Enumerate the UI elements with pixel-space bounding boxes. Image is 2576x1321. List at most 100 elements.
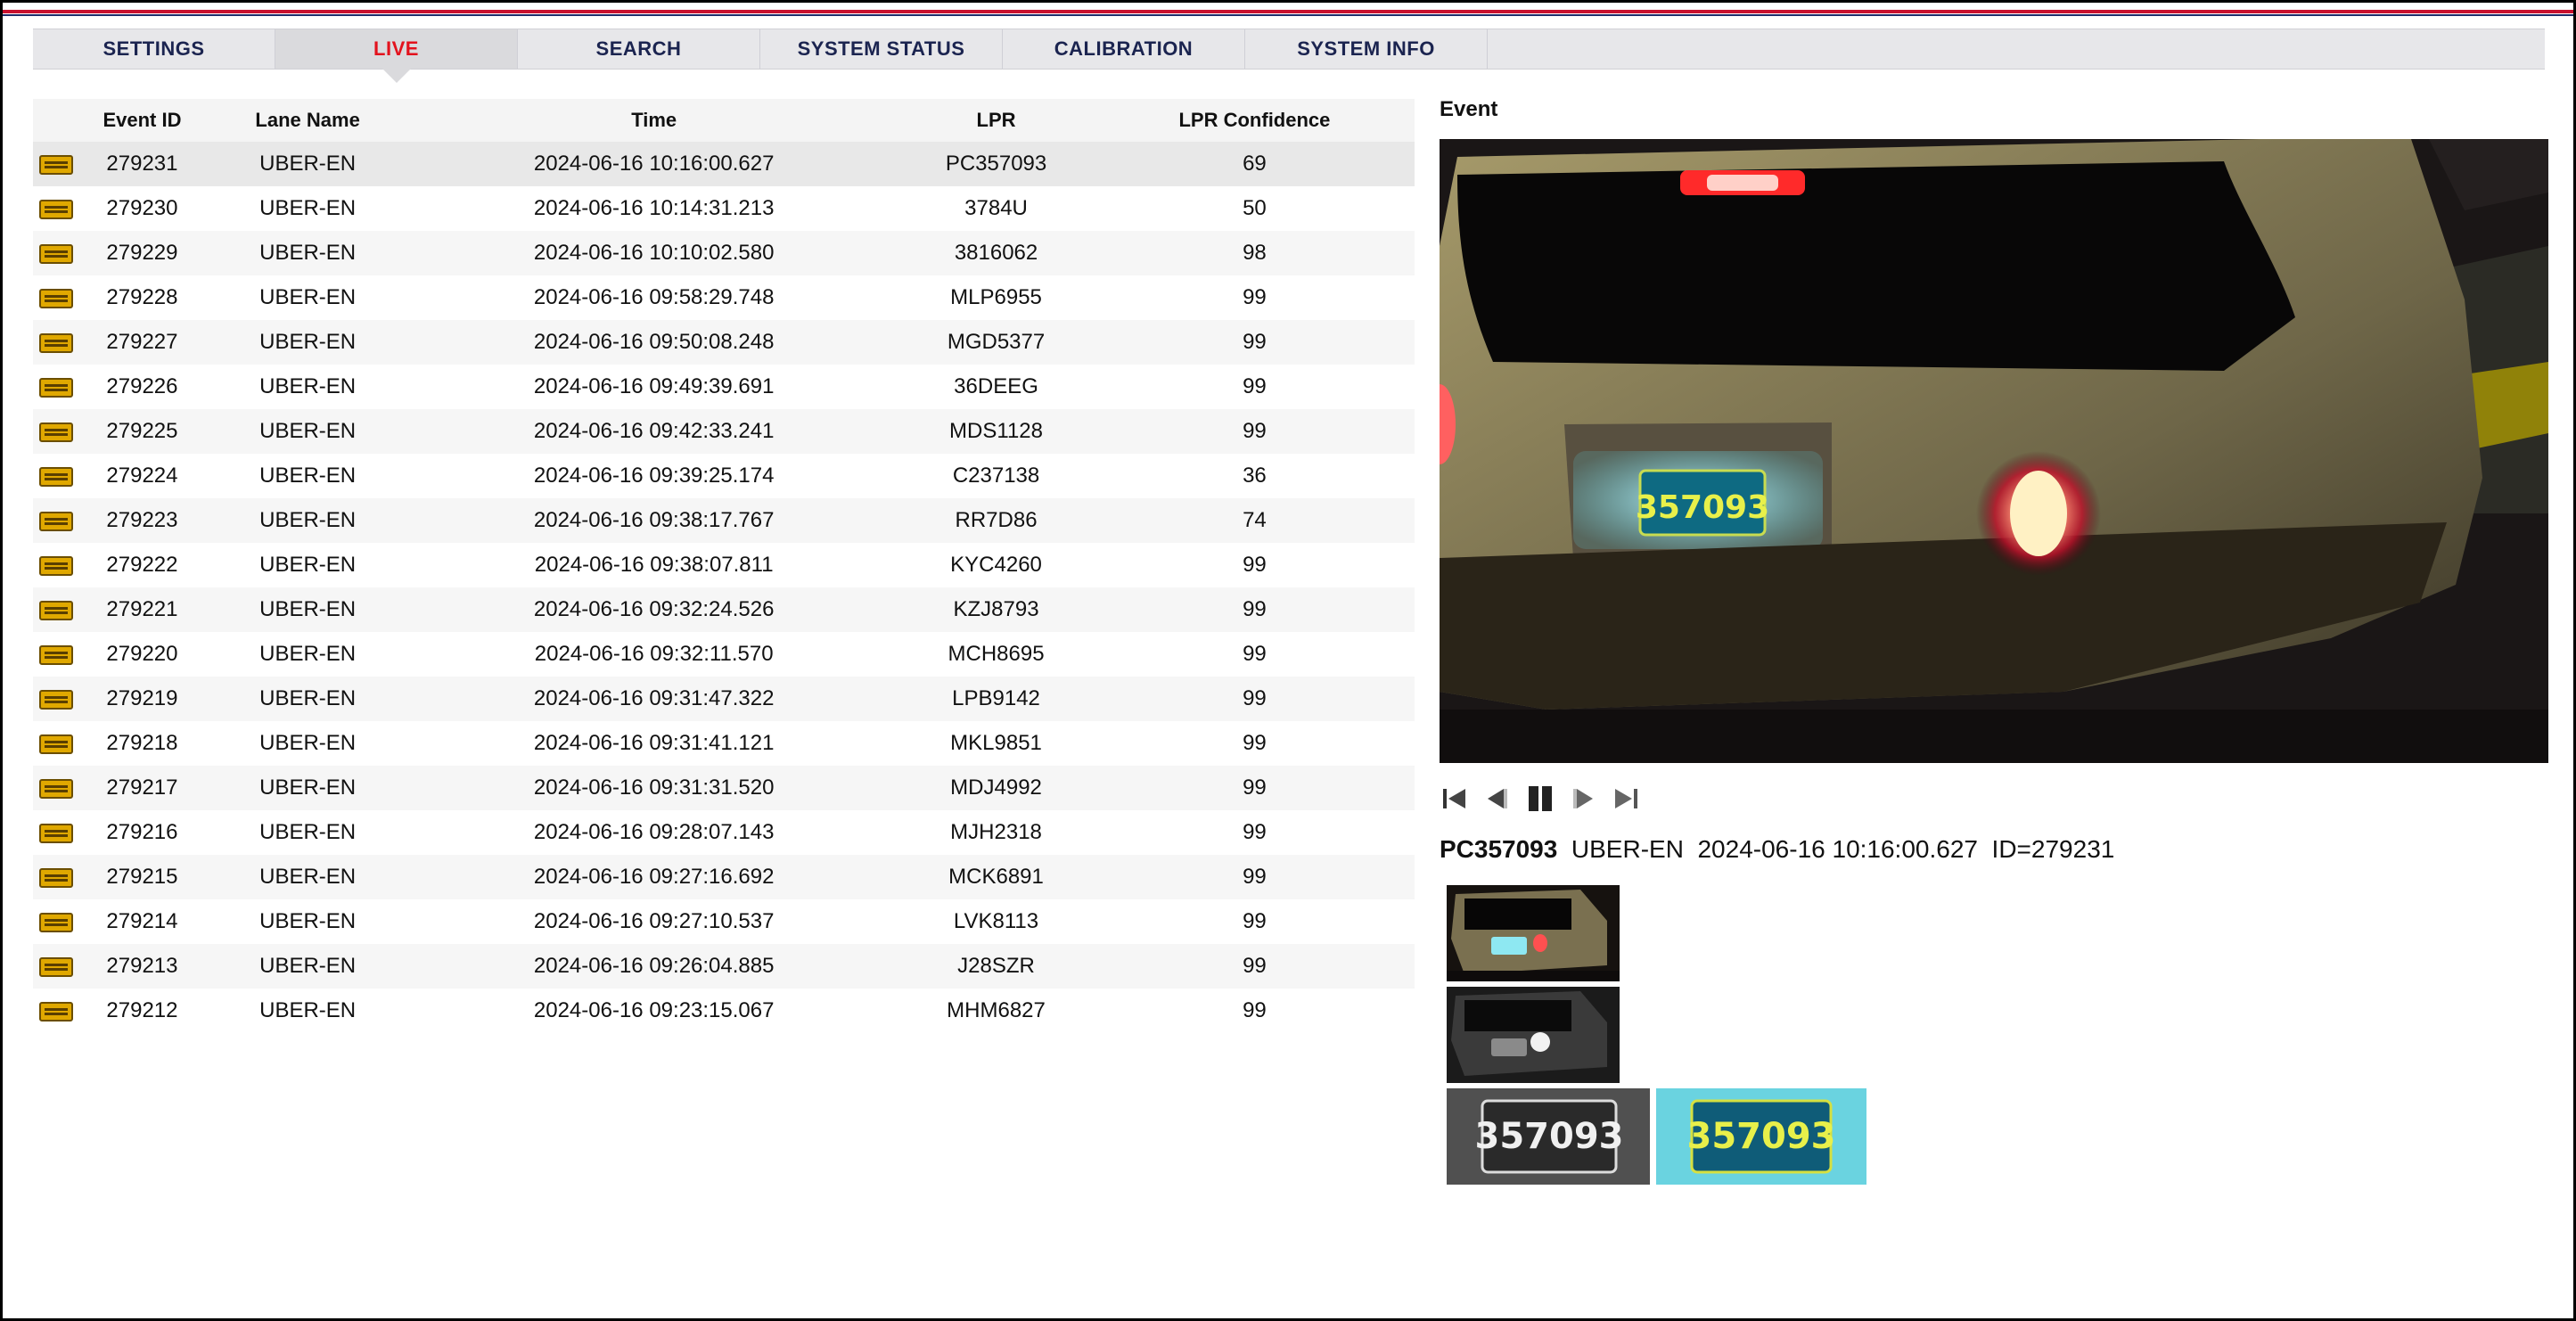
- cell-event-id: 279214: [78, 899, 206, 944]
- table-row[interactable]: 279212 UBER-EN 2024-06-16 09:23:15.067 MHM6…: [33, 989, 1415, 1033]
- cell-lane-name: UBER-EN: [205, 989, 411, 1033]
- cell-event-id: 279222: [78, 543, 206, 587]
- thumbnail-ir-overview[interactable]: [1447, 987, 1620, 1083]
- event-main-image[interactable]: 357093: [1440, 139, 2548, 763]
- license-plate-icon[interactable]: [38, 778, 73, 799]
- step-back-icon[interactable]: [1482, 784, 1513, 814]
- license-plate-icon[interactable]: [38, 288, 73, 308]
- cell-icon: [33, 409, 79, 454]
- table-row[interactable]: 279230 UBER-EN 2024-06-16 10:14:31.213 3784…: [33, 186, 1415, 231]
- header-lpr-confidence[interactable]: LPR Confidence: [1094, 99, 1415, 142]
- license-plate-icon[interactable]: [38, 243, 73, 264]
- table-row[interactable]: 279224 UBER-EN 2024-06-16 09:39:25.174 C237…: [33, 454, 1415, 498]
- license-plate-icon[interactable]: [38, 734, 73, 754]
- event-summary: PC357093 UBER-EN 2024-06-16 10:16:00.627…: [1440, 835, 2114, 864]
- cell-time: 2024-06-16 10:14:31.213: [410, 186, 898, 231]
- table-row[interactable]: 279226 UBER-EN 2024-06-16 09:49:39.691 36DE…: [33, 365, 1415, 409]
- vehicle-rear-image: 357093: [1440, 139, 2548, 763]
- header-event-id[interactable]: Event ID: [78, 99, 206, 142]
- table-row[interactable]: 279215 UBER-EN 2024-06-16 09:27:16.692 MCK6…: [33, 855, 1415, 899]
- table-row[interactable]: 279229 UBER-EN 2024-06-16 10:10:02.580 3816…: [33, 231, 1415, 275]
- cell-event-id: 279230: [78, 186, 206, 231]
- license-plate-icon[interactable]: [38, 644, 73, 665]
- cell-lpr: MLP6955: [898, 275, 1095, 320]
- thumbnail-plate-color[interactable]: 357093: [1656, 1088, 1866, 1185]
- cell-time: 2024-06-16 09:31:31.520: [410, 766, 898, 810]
- cell-lpr: LPB9142: [898, 677, 1095, 721]
- header-blue-line: [3, 14, 2573, 16]
- cell-time: 2024-06-16 09:27:10.537: [410, 899, 898, 944]
- cell-lpr: LVK8113: [898, 899, 1095, 944]
- tab-search[interactable]: SEARCH: [518, 29, 760, 69]
- license-plate-icon[interactable]: [38, 377, 73, 398]
- cell-lane-name: UBER-EN: [205, 632, 411, 677]
- license-plate-icon[interactable]: [38, 956, 73, 977]
- cell-event-id: 279223: [78, 498, 206, 543]
- license-plate-icon[interactable]: [38, 912, 73, 932]
- tab-system-status[interactable]: SYSTEM STATUS: [760, 29, 1003, 69]
- cell-icon: [33, 275, 79, 320]
- tab-live[interactable]: LIVE: [275, 29, 518, 83]
- main-tab-bar: SETTINGS LIVE SEARCH SYSTEM STATUS CALIB…: [33, 29, 2545, 83]
- license-plate-icon[interactable]: [38, 867, 73, 888]
- cell-lane-name: UBER-EN: [205, 320, 411, 365]
- license-plate-icon[interactable]: [38, 422, 73, 442]
- license-plate-icon[interactable]: [38, 466, 73, 487]
- cell-lpr: KYC4260: [898, 543, 1095, 587]
- license-plate-icon[interactable]: [38, 600, 73, 620]
- cell-time: 2024-06-16 09:26:04.885: [410, 944, 898, 989]
- step-forward-icon[interactable]: [1568, 784, 1598, 814]
- cell-icon: [33, 899, 79, 944]
- table-row[interactable]: 279216 UBER-EN 2024-06-16 09:28:07.143 MJH2…: [33, 810, 1415, 855]
- table-row[interactable]: 279220 UBER-EN 2024-06-16 09:32:11.570 MCH8…: [33, 632, 1415, 677]
- table-row[interactable]: 279213 UBER-EN 2024-06-16 09:26:04.885 J28S…: [33, 944, 1415, 989]
- cell-lane-name: UBER-EN: [205, 186, 411, 231]
- thumb-plate-color-text: 357093: [1687, 1116, 1836, 1157]
- table-row[interactable]: 279214 UBER-EN 2024-06-16 09:27:10.537 LVK8…: [33, 899, 1415, 944]
- tab-settings[interactable]: SETTINGS: [33, 29, 275, 69]
- license-plate-icon[interactable]: [38, 332, 73, 353]
- license-plate-icon[interactable]: [38, 154, 73, 175]
- license-plate-icon[interactable]: [38, 1001, 73, 1022]
- header-red-line: [3, 10, 2573, 13]
- cell-event-id: 279216: [78, 810, 206, 855]
- table-row[interactable]: 279223 UBER-EN 2024-06-16 09:38:17.767 RR7D…: [33, 498, 1415, 543]
- license-plate-icon[interactable]: [38, 511, 73, 531]
- table-row[interactable]: 279231 UBER-EN 2024-06-16 10:16:00.627 PC35…: [33, 142, 1415, 186]
- image-plate-number: 357093: [1636, 489, 1769, 526]
- thumbnail-plate-ir[interactable]: 357093: [1447, 1088, 1650, 1185]
- license-plate-icon[interactable]: [38, 199, 73, 219]
- cell-lpr: MDS1128: [898, 409, 1095, 454]
- skip-to-end-icon[interactable]: [1611, 784, 1641, 814]
- table-row[interactable]: 279219 UBER-EN 2024-06-16 09:31:47.322 LPB9…: [33, 677, 1415, 721]
- cell-icon: [33, 810, 79, 855]
- table-row[interactable]: 279221 UBER-EN 2024-06-16 09:32:24.526 KZJ8…: [33, 587, 1415, 632]
- summary-id: ID=279231: [1991, 835, 2115, 863]
- table-row[interactable]: 279222 UBER-EN 2024-06-16 09:38:07.811 KYC4…: [33, 543, 1415, 587]
- cell-lane-name: UBER-EN: [205, 365, 411, 409]
- header-time[interactable]: Time: [410, 99, 898, 142]
- cell-icon: [33, 142, 79, 186]
- table-row[interactable]: 279227 UBER-EN 2024-06-16 09:50:08.248 MGD5…: [33, 320, 1415, 365]
- table-row[interactable]: 279228 UBER-EN 2024-06-16 09:58:29.748 MLP6…: [33, 275, 1415, 320]
- cell-lane-name: UBER-EN: [205, 766, 411, 810]
- table-row[interactable]: 279218 UBER-EN 2024-06-16 09:31:41.121 MKL9…: [33, 721, 1415, 766]
- cell-icon: [33, 320, 79, 365]
- skip-to-start-icon[interactable]: [1440, 784, 1470, 814]
- cell-lpr: MGD5377: [898, 320, 1095, 365]
- thumbnail-color-overview[interactable]: [1447, 885, 1620, 981]
- license-plate-icon[interactable]: [38, 689, 73, 710]
- tab-calibration[interactable]: CALIBRATION: [1003, 29, 1245, 69]
- header-lane-name[interactable]: Lane Name: [205, 99, 411, 142]
- pause-icon[interactable]: [1525, 784, 1555, 814]
- cell-lpr: MCK6891: [898, 855, 1095, 899]
- table-row[interactable]: 279225 UBER-EN 2024-06-16 09:42:33.241 MDS1…: [33, 409, 1415, 454]
- table-row[interactable]: 279217 UBER-EN 2024-06-16 09:31:31.520 MDJ4…: [33, 766, 1415, 810]
- tab-system-info[interactable]: SYSTEM INFO: [1245, 29, 1488, 69]
- license-plate-icon[interactable]: [38, 823, 73, 843]
- cell-time: 2024-06-16 09:58:29.748: [410, 275, 898, 320]
- header-lpr[interactable]: LPR: [898, 99, 1095, 142]
- license-plate-icon[interactable]: [38, 555, 73, 576]
- cell-lane-name: UBER-EN: [205, 142, 411, 186]
- cell-time: 2024-06-16 09:38:07.811: [410, 543, 898, 587]
